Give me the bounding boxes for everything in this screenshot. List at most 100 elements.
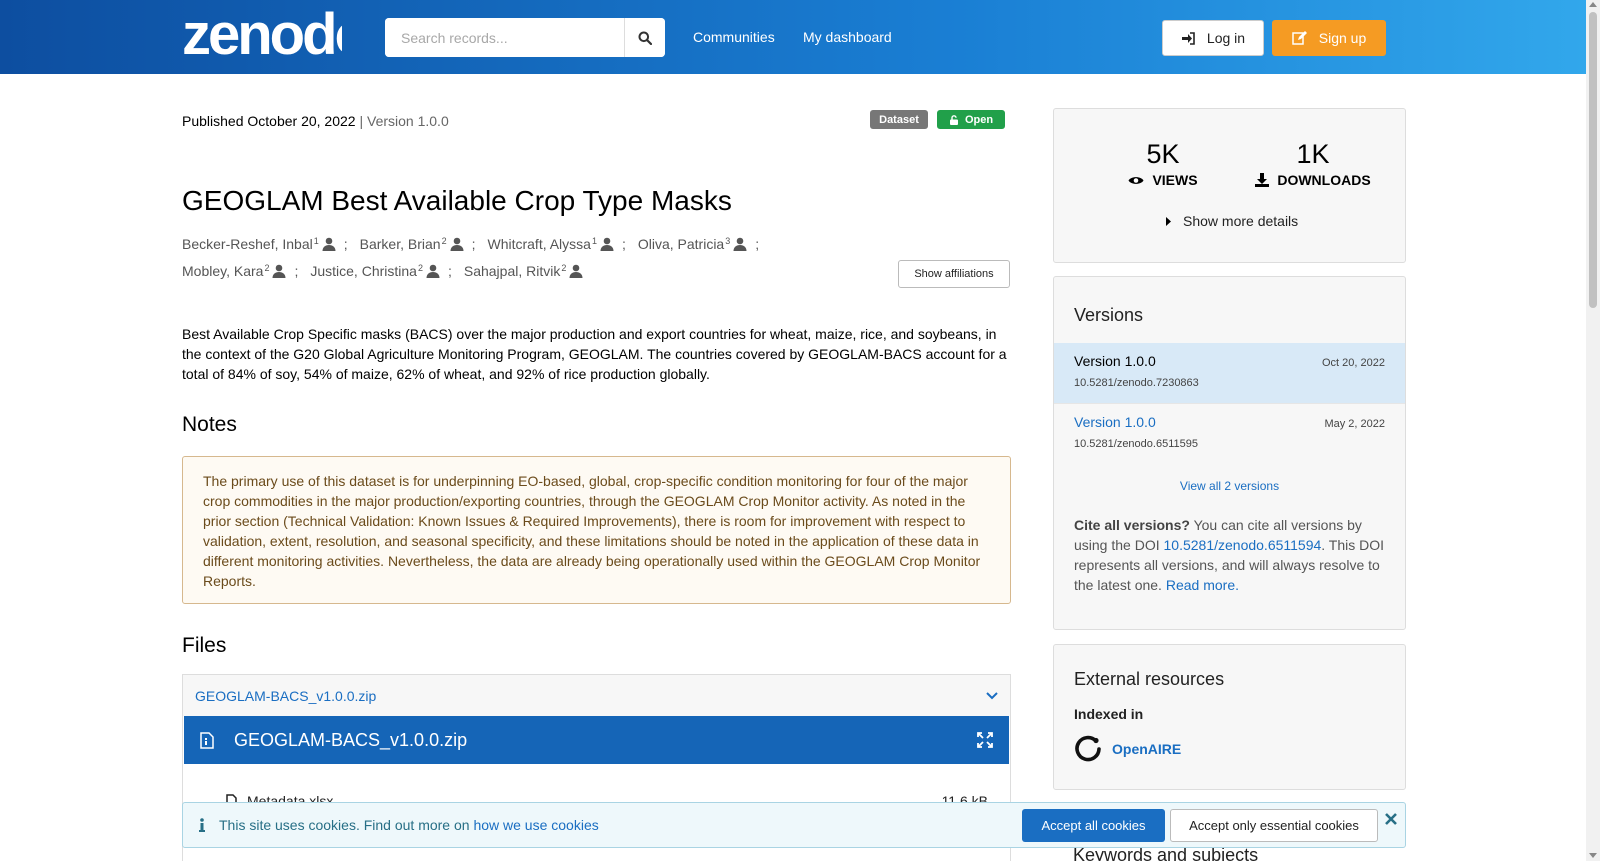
search-input[interactable] [385,18,624,57]
cookie-banner: This site uses cookies. Find out more on… [182,802,1406,848]
versions-card: Versions Version 1.0.0 Oct 20, 2022 10.5… [1053,276,1406,630]
creator[interactable]: Sahajpal, Ritvik 2 [464,263,584,279]
search-button[interactable] [624,18,665,57]
creator[interactable]: Becker-Reshef, Inbal 1; [182,236,360,252]
search-bar [385,18,665,57]
cookie-text: This site uses cookies. Find out more on [219,817,474,833]
openaire-logo-icon [1075,735,1101,762]
file-preview-title: GEOGLAM-BACS_v1.0.0.zip [234,729,468,750]
show-more-details-toggle[interactable]: Show more details [1166,213,1298,229]
edit-icon [1292,31,1307,45]
page-scrollbar[interactable] [1586,0,1600,861]
creator-name[interactable]: Whitcraft, Alyssa [487,236,590,252]
indexed-in-label: Indexed in [1074,706,1144,722]
show-affiliations-button[interactable]: Show affiliations [898,260,1010,288]
signup-label: Sign up [1318,30,1367,46]
scrollbar-thumb[interactable] [1589,12,1597,308]
cite-heading: Cite all versions? [1074,517,1190,533]
version-item[interactable]: Version 1.0.0 May 2, 2022 10.5281/zenodo… [1054,403,1405,463]
zenodo-logo[interactable]: zenodo [182,6,342,62]
version-doi: 10.5281/zenodo.7230863 [1074,377,1199,389]
downloads-label: DOWNLOADS [1277,172,1371,188]
search-icon [638,31,652,45]
read-more-link[interactable]: Read more. [1166,577,1239,593]
affiliation-number: 2 [441,236,447,246]
show-more-details-label: Show more details [1183,213,1299,229]
creator[interactable]: Whitcraft, Alyssa 1; [487,236,637,252]
publication-info: Published October 20, 2022 | Version 1.0… [182,113,449,129]
file-preview-header: GEOGLAM-BACS_v1.0.0.zip [184,716,1009,764]
creator-name[interactable]: Mobley, Kara [182,263,263,279]
file-accordion[interactable]: GEOGLAM-BACS_v1.0.0.zip [182,674,1011,716]
affiliation-number: 2 [264,263,270,273]
person-icon [733,237,747,251]
cookie-policy-link[interactable]: how we use cookies [473,817,598,833]
views-count: 5K [1146,139,1180,169]
creator-name[interactable]: Becker-Reshef, Inbal [182,236,313,252]
expand-icon[interactable] [977,732,993,748]
file-archive-icon [200,731,214,749]
person-icon [450,237,464,251]
signup-button[interactable]: Sign up [1272,20,1386,56]
version-item: Version 1.0.0 Oct 20, 2022 10.5281/zenod… [1054,343,1405,403]
openaire-link[interactable]: OpenAIRE [1074,735,1181,763]
unlock-icon [949,114,958,125]
external-resources-heading: External resources [1074,669,1225,689]
accept-all-cookies-button[interactable]: Accept all cookies [1022,809,1165,842]
caret-right-icon [1166,216,1171,226]
login-label: Log in [1206,30,1246,46]
record-version: Version 1.0.0 [367,113,449,129]
scroll-down-arrow[interactable] [1589,853,1597,858]
chevron-down-icon[interactable] [986,691,998,700]
person-icon [600,237,614,251]
creator-name[interactable]: Oliva, Patricia [638,236,724,252]
stats-card: 5K VIEWS 1K DOWNLOADS Show more details [1053,108,1406,263]
versions-heading: Versions [1074,305,1144,325]
external-resources-card: External resources Indexed in OpenAIRE [1053,644,1406,790]
creator-name[interactable]: Justice, Christina [310,263,417,279]
files-heading: Files [182,634,227,657]
views-label: VIEWS [1152,172,1198,188]
creator[interactable]: Oliva, Patricia 3; [638,236,771,252]
download-icon [1255,173,1270,187]
version-date: Oct 20, 2022 [1322,357,1385,369]
concept-doi-link[interactable]: 10.5281/zenodo.6511594 [1164,537,1322,553]
creator-name[interactable]: Sahajpal, Ritvik [464,263,561,279]
eye-icon [1128,176,1144,184]
info-icon [199,818,205,832]
creator-name[interactable]: Barker, Brian [360,236,441,252]
view-all-versions-link[interactable]: View all 2 versions [1054,479,1405,493]
affiliation-number: 1 [313,236,319,246]
nav-dashboard-link[interactable]: My dashboard [803,29,892,45]
creator[interactable]: Justice, Christina 2; [310,263,464,279]
affiliation-number: 3 [725,236,731,246]
published-date: Published October 20, 2022 [182,113,356,129]
close-icon[interactable] [1385,813,1397,825]
nav-communities-link[interactable]: Communities [693,29,775,45]
logo-text: zenodo [182,6,342,62]
record-title: GEOGLAM Best Available Crop Type Masks [182,185,732,216]
views-stat: 5K VIEWS [1118,139,1208,188]
top-navbar: zenodo Communities My dashboard Log in S… [0,0,1600,74]
access-status-badge: Open [937,110,1005,129]
downloads-stat: 1K DOWNLOADS [1248,139,1378,188]
login-button[interactable]: Log in [1162,20,1264,56]
notes-heading: Notes [182,413,237,436]
accept-essential-cookies-button[interactable]: Accept only essential cookies [1170,809,1378,842]
person-icon [569,264,583,278]
record-description: Best Available Crop Specific masks (BACS… [182,326,1007,382]
openaire-label[interactable]: OpenAIRE [1112,741,1181,757]
creators-line-2: Mobley, Kara 2; Justice, Christina 2; Saha… [182,263,782,279]
creators-line-1: Becker-Reshef, Inbal 1; Barker, Brian 2; W… [182,236,782,252]
creator[interactable]: Mobley, Kara 2; [182,263,310,279]
resource-type-badge: Dataset [870,110,928,129]
affiliation-number: 1 [591,236,597,246]
access-status-label: Open [964,113,994,126]
file-accordion-link[interactable]: GEOGLAM-BACS_v1.0.0.zip [195,688,376,704]
notes-box: The primary use of this dataset is for u… [182,456,1011,604]
scroll-up-arrow[interactable] [1589,2,1597,7]
version-date: May 2, 2022 [1324,418,1385,430]
resource-type-label: Dataset [879,113,919,126]
person-icon [426,264,440,278]
creator[interactable]: Barker, Brian 2; [360,236,488,252]
